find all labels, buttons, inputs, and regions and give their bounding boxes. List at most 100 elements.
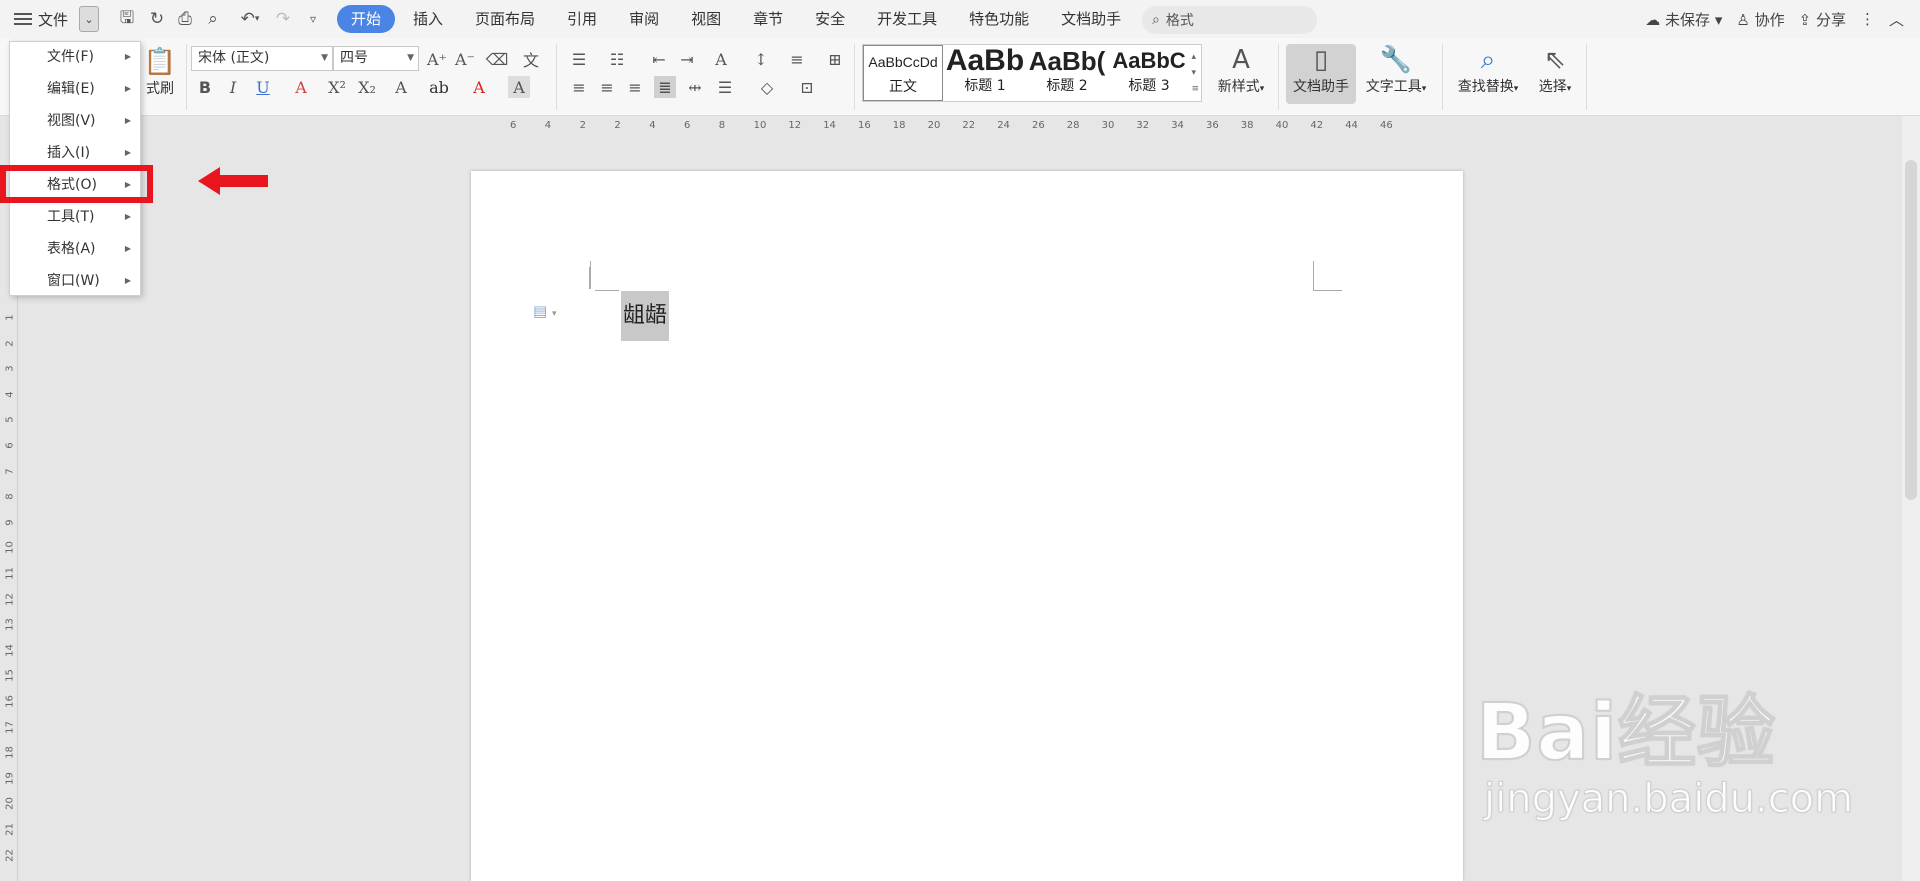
text-tools-button[interactable]: 🔧 文字工具▾: [1360, 44, 1432, 104]
tab-review[interactable]: 审阅: [615, 5, 673, 33]
menu-item-tools[interactable]: 工具(T) ▶: [10, 202, 140, 232]
menu-item-window[interactable]: 窗口(W) ▶: [10, 266, 140, 296]
increase-indent-icon[interactable]: ⇥: [676, 48, 698, 70]
ruler-tick: 36: [1206, 120, 1219, 131]
undo-icon[interactable]: ↶ ▾: [232, 5, 268, 33]
line-spacing-icon[interactable]: ≡: [786, 48, 808, 70]
menu-item-insert[interactable]: 插入(I) ▶: [10, 138, 140, 168]
redo-icon[interactable]: ↷: [270, 5, 296, 33]
tab-section[interactable]: 章节: [739, 5, 797, 33]
menu-item-table[interactable]: 表格(A) ▶: [10, 234, 140, 264]
menu-item-edit[interactable]: 编辑(E) ▶: [10, 74, 140, 104]
underline-icon[interactable]: U: [252, 76, 274, 98]
font-color-icon[interactable]: A: [468, 76, 490, 98]
align-center-icon[interactable]: ≡: [596, 76, 618, 98]
change-case-icon[interactable]: A: [710, 48, 732, 70]
ruler-tick: 20: [927, 120, 941, 131]
paragraph-spacing-icon[interactable]: ☰: [714, 76, 736, 98]
paragraph-layout-icon[interactable]: ▤ ▾: [533, 302, 556, 320]
superscript-icon[interactable]: X²: [326, 76, 348, 98]
bold-icon[interactable]: B: [194, 76, 216, 98]
submenu-arrow-icon: ▶: [124, 148, 131, 157]
style-heading-2[interactable]: AaBb( 标题 2: [1027, 45, 1107, 101]
document-page[interactable]: ▤ ▾ 龃龉: [471, 171, 1463, 881]
cloud-sync-icon[interactable]: ↻: [144, 5, 170, 33]
share-button[interactable]: ⇪ 分享: [1799, 9, 1846, 30]
table-borders-icon[interactable]: ⊞: [824, 48, 846, 70]
clear-format-icon[interactable]: ⌫: [486, 48, 509, 70]
ruler-tick: 3: [4, 365, 16, 372]
phonetic-icon[interactable]: 文: [520, 48, 542, 70]
tab-developer[interactable]: 开发工具: [863, 5, 951, 33]
format-painter-button[interactable]: 📋 式刷: [140, 46, 180, 106]
file-menu-dropdown-toggle[interactable]: ⌄: [79, 6, 99, 32]
magnifier-icon: ⌕: [1480, 45, 1496, 75]
style-normal[interactable]: AaBbCcDd 正文: [863, 45, 943, 101]
distributed-icon[interactable]: ⇹: [684, 76, 706, 98]
char-shading-icon[interactable]: A: [508, 76, 530, 98]
shading-icon[interactable]: ◇: [756, 76, 778, 98]
subscript-icon[interactable]: X₂: [356, 76, 378, 98]
text-effect-icon[interactable]: A: [390, 76, 412, 98]
numbered-list-icon[interactable]: ☷: [606, 48, 628, 70]
selected-text[interactable]: 龃龉: [621, 291, 670, 341]
doc-assistant-button[interactable]: ▯ 文档助手: [1286, 44, 1356, 104]
border-icon[interactable]: ⊡: [796, 76, 818, 98]
annotation-highlight-box: [0, 165, 153, 203]
unsaved-status[interactable]: ☁ 未保存 ▾: [1645, 9, 1722, 30]
italic-icon[interactable]: I: [222, 76, 244, 98]
ruler-tick: 16: [4, 695, 16, 708]
tab-references[interactable]: 引用: [553, 5, 611, 33]
main-menu-button[interactable]: 文件: [14, 5, 68, 33]
ruler-tick: 2: [579, 120, 586, 131]
horizontal-ruler[interactable]: 6 4 2 2 4 6 8 10 12 14 16 18 20 22 24 26 28 30 32 34 36 38 40 4…: [470, 117, 1500, 135]
style-gallery-scroll[interactable]: ▴ ▾ ≡: [1191, 49, 1199, 97]
cursor-icon: ⇖: [1544, 45, 1566, 75]
highlight-icon[interactable]: ab: [428, 76, 450, 98]
justify-icon[interactable]: ≣: [654, 76, 676, 98]
ruler-tick: 12: [4, 592, 16, 606]
tab-page-layout[interactable]: 页面布局: [461, 5, 549, 33]
vertical-scrollbar[interactable]: [1902, 116, 1920, 881]
decrease-indent-icon[interactable]: ⇤: [648, 48, 670, 70]
menu-item-file[interactable]: 文件(F) ▶: [10, 42, 140, 72]
more-icon[interactable]: ⋮: [1860, 10, 1875, 28]
cloud-icon: ☁: [1645, 10, 1661, 29]
tab-doc-assistant[interactable]: 文档助手: [1047, 5, 1135, 33]
search-icon: ⌕: [1152, 12, 1160, 28]
menu-item-view[interactable]: 视图(V) ▶: [10, 106, 140, 136]
tab-features[interactable]: 特色功能: [955, 5, 1043, 33]
tab-insert[interactable]: 插入: [399, 5, 457, 33]
scrollbar-thumb[interactable]: [1905, 160, 1917, 500]
customize-toolbar-icon[interactable]: ▿: [300, 5, 326, 33]
grow-font-icon[interactable]: A⁺: [426, 48, 448, 70]
new-style-button[interactable]: A 新样式▾: [1210, 44, 1272, 104]
collapse-ribbon-icon[interactable]: ︿: [1889, 9, 1904, 30]
style-heading-3[interactable]: AaBbC 标题 3: [1109, 45, 1189, 101]
ruler-tick: 4: [544, 120, 552, 131]
tab-view[interactable]: 视图: [677, 5, 735, 33]
tab-security[interactable]: 安全: [801, 5, 859, 33]
style-heading-1[interactable]: AaBb 标题 1: [945, 45, 1025, 101]
print-icon[interactable]: ⎙: [172, 5, 198, 33]
crop-mark-top-right: [1313, 261, 1314, 291]
align-left-icon[interactable]: ≡: [568, 76, 590, 98]
shrink-font-icon[interactable]: A⁻: [454, 48, 476, 70]
print-preview-icon[interactable]: ⌕: [200, 5, 226, 33]
strikethrough-icon[interactable]: A: [290, 76, 312, 98]
tab-home[interactable]: 开始: [337, 5, 396, 33]
separator: [1442, 44, 1443, 110]
bullet-list-icon[interactable]: ☰: [568, 48, 590, 70]
chevron-down-icon: ⌄: [84, 12, 94, 26]
font-size-select[interactable]: 四号 ▼: [333, 46, 419, 71]
find-replace-button[interactable]: ⌕ 查找替换▾: [1452, 44, 1524, 104]
font-name-select[interactable]: 宋体 (正文) ▼: [191, 46, 333, 71]
search-box[interactable]: ⌕ 格式: [1142, 6, 1317, 34]
select-button[interactable]: ⇖ 选择▾: [1532, 44, 1578, 104]
sort-icon[interactable]: ↕: [750, 48, 772, 70]
save-icon[interactable]: 🖫: [114, 5, 140, 33]
ribbon-tabs: 开始 插入 页面布局 引用 审阅 视图 章节 安全 开发工具 特色功能 文档助手: [337, 5, 1139, 33]
align-right-icon[interactable]: ≡: [624, 76, 646, 98]
collab-button[interactable]: ♙ 协作: [1736, 9, 1784, 30]
wrench-icon: 🔧: [1379, 45, 1413, 75]
